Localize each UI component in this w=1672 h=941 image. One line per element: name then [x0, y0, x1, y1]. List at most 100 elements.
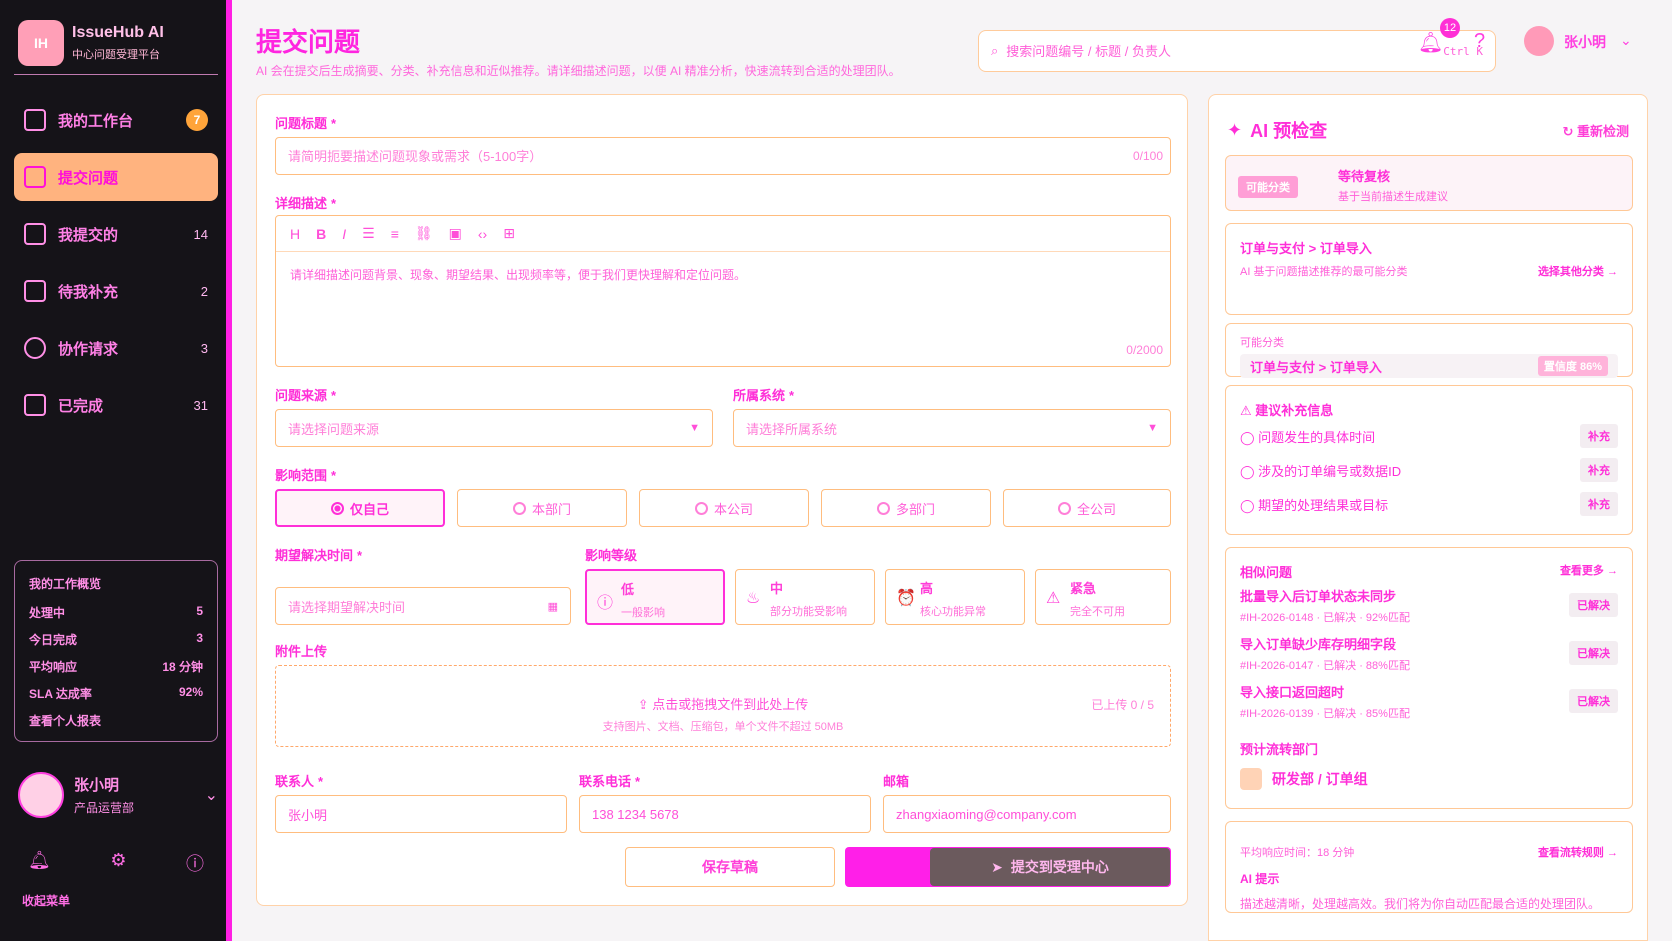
sidebar-item-submitted[interactable]: 我提交的 14	[14, 210, 218, 258]
source-placeholder: 请选择问题来源	[288, 421, 380, 437]
level-option-high[interactable]: ⏰ 高 核心功能异常	[885, 569, 1025, 625]
contact-field[interactable]	[275, 795, 567, 833]
email-input[interactable]	[896, 806, 1158, 822]
sidebar-item-collab[interactable]: 协作请求 3	[14, 324, 218, 372]
sidebar-item-label: 协作请求	[58, 340, 119, 358]
sidebar-item-submit[interactable]: 提交问题	[14, 153, 218, 201]
list-item[interactable]: 批量导入后订单状态未同步 #IH-2026-0148 · 已解决 · 92%匹配…	[1240, 581, 1618, 629]
overview-label: 平均响应	[29, 660, 78, 674]
sidebar-item-workbench[interactable]: 我的工作台 7	[14, 96, 218, 144]
collapse-menu-button[interactable]: 收起菜单	[22, 892, 70, 909]
level-name: 中	[770, 581, 784, 596]
phone-label: 联系电话 *	[579, 774, 641, 789]
user-card[interactable]: 张小明 产品运营部 ⌄	[18, 772, 218, 818]
desc-label: 详细描述 *	[275, 196, 337, 211]
heading-icon[interactable]: H	[290, 226, 300, 242]
ai-title-text: AI 预检查	[1250, 121, 1328, 141]
overview-row: 今日完成 3	[29, 631, 203, 658]
italic-icon[interactable]: I	[342, 226, 346, 242]
scope-option-label: 全公司	[1076, 501, 1116, 517]
clipboard-icon	[24, 280, 46, 302]
view-more-link[interactable]: 查看更多 →	[1560, 562, 1618, 581]
level-option-urgent[interactable]: ⚠ 紧急 完全不可用	[1035, 569, 1171, 625]
page-subtitle: AI 会在提交后生成摘要、分类、补充信息和近似推荐。请详细描述问题，以便 AI …	[256, 64, 901, 78]
code-icon[interactable]: ‹›	[478, 226, 487, 242]
overview-label: 处理中	[29, 606, 66, 620]
desc-editor[interactable]: H B I ☰ ≡ ⛓ ▣ ‹› ⊞ 请详细描述问题背景、现象、期望结果、出现频…	[275, 215, 1171, 367]
check-box-icon	[24, 394, 46, 416]
sidebar: IH IssueHub AI 中心问题受理平台 我的工作台 7 提交问题 我提交…	[0, 0, 232, 941]
view-route-rules-link[interactable]: 查看流转规则 →	[1538, 844, 1618, 860]
choose-other-category-link[interactable]: 选择其他分类 →	[1538, 263, 1618, 279]
due-label: 期望解决时间 *	[275, 548, 363, 563]
due-date-field[interactable]: 请选择期望解决时间 ▦	[275, 587, 571, 625]
radio-icon	[330, 501, 344, 515]
overview-row: 处理中 5	[29, 604, 203, 631]
page-title: 提交问题	[256, 27, 361, 57]
system-select[interactable]: 请选择所属系统 ▼	[733, 409, 1171, 447]
scope-option-self[interactable]: 仅自己	[275, 489, 445, 527]
save-draft-button[interactable]: 保存草稿	[625, 847, 835, 887]
chevron-down-icon: ▼	[1147, 422, 1158, 434]
brand[interactable]: IH IssueHub AI 中心问题受理平台	[18, 20, 164, 66]
level-option-medium[interactable]: ♨ 中 部分功能受影响	[735, 569, 875, 625]
sidebar-badge: 7	[186, 109, 208, 131]
ordered-list-icon[interactable]: ≡	[391, 226, 399, 242]
personal-report-link[interactable]: 查看个人报表	[29, 712, 203, 729]
list-item[interactable]: 导入接口返回超时 #IH-2026-0139 · 已解决 · 85%匹配 已解决	[1240, 677, 1618, 725]
table-icon[interactable]: ⊞	[503, 225, 515, 242]
overview-value: 92%	[178, 685, 203, 699]
gear-icon[interactable]: ⚙	[110, 850, 126, 876]
refresh-button[interactable]: ↻ 重新检测	[1562, 121, 1629, 140]
upload-count: 已上传 0 / 5	[1091, 698, 1154, 712]
scope-option-dept[interactable]: 本部门	[457, 489, 627, 527]
attach-label: 附件上传	[275, 644, 328, 659]
upload-dropzone[interactable]: ⇪ 点击或拖拽文件到此处上传 支持图片、文档、压缩包，单个文件不超过 50MB …	[275, 665, 1171, 747]
supplement-button[interactable]: 补充	[1580, 492, 1618, 516]
contact-input[interactable]	[288, 806, 554, 822]
sidebar-item-pending[interactable]: 待我补充 2	[14, 267, 218, 315]
status-badge: 已解决	[1569, 689, 1618, 713]
scope-option-company[interactable]: 本公司	[639, 489, 809, 527]
title-field[interactable]	[275, 137, 1171, 175]
phone-input[interactable]	[592, 806, 858, 822]
supplement-button[interactable]: 补充	[1580, 458, 1618, 482]
supplement-button[interactable]: 补充	[1580, 424, 1618, 448]
email-field[interactable]	[883, 795, 1171, 833]
help-icon[interactable]: ?	[1474, 30, 1485, 53]
image-icon[interactable]: ▣	[449, 225, 462, 242]
chevron-down-icon[interactable]: ⌄	[1620, 32, 1632, 49]
route-title: 预计流转部门	[1240, 742, 1319, 757]
sidebar-count: 3	[200, 340, 208, 356]
submit-button[interactable]: ➤ 提交到受理中心	[845, 847, 1171, 887]
radio-icon	[1057, 501, 1071, 515]
list-item[interactable]: 导入订单缺少库存明细字段 #IH-2026-0147 · 已解决 · 88%匹配…	[1240, 629, 1618, 677]
desc-placeholder[interactable]: 请详细描述问题背景、现象、期望结果、出现频率等，便于我们更快理解和定位问题。	[276, 252, 1170, 298]
sidebar-item-done[interactable]: 已完成 31	[14, 381, 218, 429]
link-icon[interactable]: ⛓	[415, 225, 433, 242]
phone-field[interactable]	[579, 795, 871, 833]
scope-option-all[interactable]: 全公司	[1003, 489, 1171, 527]
category-recommend[interactable]: 可能分类 订单与支付 > 订单导入 置信度 86%	[1225, 323, 1633, 378]
scope-option-multi[interactable]: 多部门	[821, 489, 991, 527]
bell-icon[interactable]: 🔔︎	[1418, 30, 1443, 55]
avatar[interactable]	[1524, 26, 1554, 56]
level-option-low[interactable]: ⓘ 低 一般影响	[585, 569, 725, 625]
bold-icon[interactable]: B	[316, 226, 326, 242]
route-box: 平均响应时间：18 分钟 查看流转规则 → AI 提示 描述越清晰，处理越高效。…	[1225, 821, 1633, 913]
level-name: 紧急	[1070, 581, 1097, 596]
chevron-down-icon[interactable]: ⌄	[205, 785, 218, 805]
system-label: 所属系统 *	[733, 388, 795, 403]
supplement-text: 期望的处理结果或目标	[1258, 497, 1389, 513]
bell-icon[interactable]: 🔔︎	[28, 850, 51, 876]
tip-title: AI 提示	[1240, 872, 1280, 886]
source-select[interactable]: 请选择问题来源 ▼	[275, 409, 713, 447]
bullet-list-icon[interactable]: ☰	[362, 225, 375, 242]
category-value: 订单与支付 > 订单导入	[1250, 359, 1382, 375]
title-input[interactable]	[288, 148, 1158, 164]
search-input[interactable]	[1006, 43, 1436, 59]
calendar-icon[interactable]: ▦	[548, 600, 558, 613]
help-icon[interactable]: ⓘ	[186, 850, 204, 876]
header-user-name[interactable]: 张小明	[1564, 32, 1606, 52]
sidebar-item-label: 提交问题	[58, 169, 119, 187]
